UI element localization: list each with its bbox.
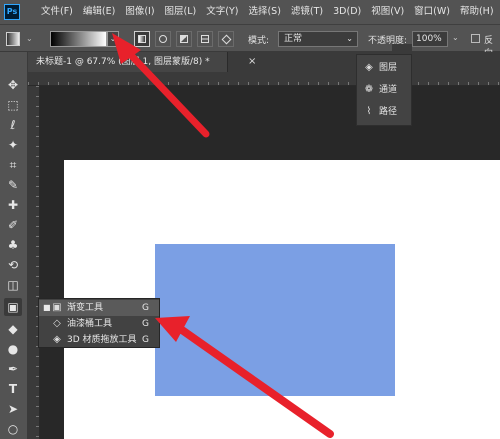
angle-gradient-button[interactable] [176, 31, 192, 47]
menu-layer[interactable]: 图层(L) [160, 0, 202, 24]
flyout-item-label: 渐变工具 [67, 303, 104, 313]
linear-gradient-button[interactable] [134, 31, 150, 47]
panel-paths[interactable]: ⌇ 路径 [363, 103, 411, 121]
panel-label: 图层 [379, 63, 398, 73]
photoshop-logo[interactable]: Ps [4, 4, 20, 20]
panel-label: 通道 [379, 85, 398, 95]
gradient-picker-dropdown[interactable]: ⌄ [107, 31, 119, 47]
blend-mode-value: 正常 [284, 34, 303, 44]
shortcut-key: G [142, 319, 149, 329]
panel-dock: ◈ 图层 ❁ 通道 ⌇ 路径 [356, 54, 412, 126]
shortcut-key: G [142, 335, 149, 345]
opacity-input[interactable]: 100% [412, 31, 448, 47]
tool-preset-picker[interactable] [6, 32, 20, 46]
flyout-item-paint-bucket-tool[interactable]: ◇ 油漆桶工具 G [39, 316, 159, 332]
shortcut-key: G [142, 303, 149, 313]
blue-rectangle-layer[interactable] [155, 244, 395, 396]
panel-collapse-bar[interactable] [392, 44, 412, 52]
flyout-item-gradient-tool[interactable]: ■ ▣ 渐变工具 G [39, 300, 159, 316]
diamond-gradient-button[interactable] [218, 31, 234, 47]
flyout-item-label: 油漆桶工具 [67, 319, 113, 329]
menu-edit[interactable]: 编辑(E) [78, 0, 120, 24]
vertical-ruler [28, 86, 40, 439]
paths-icon: ⌇ [366, 106, 372, 117]
chevron-down-icon[interactable]: ⌄ [26, 34, 33, 43]
horizontal-ruler [28, 72, 500, 86]
reverse-checkbox[interactable] [471, 34, 480, 43]
menu-file[interactable]: 文件(F) [36, 0, 78, 24]
options-bar: ⌄ ⌄ 模式: 正常 ⌄ 不透明度: 100% ⌄ 反向 [0, 24, 500, 59]
3d-material-drop-icon: ◈ [53, 334, 61, 345]
flyout-item-label: 3D 材质拖放工具 [67, 335, 137, 345]
menu-window[interactable]: 窗口(W) [409, 0, 455, 24]
reflected-gradient-button[interactable] [197, 31, 213, 47]
menu-items: 文件(F) 编辑(E) 图像(I) 图层(L) 文字(Y) 选择(S) 滤镜(T… [36, 0, 499, 24]
pen-tool-icon[interactable]: ✒ [4, 360, 22, 378]
healing-brush-tool-icon[interactable]: ✚ [4, 196, 22, 214]
tools-panel: ✥ ⬚ ℓ ✦ ⌗ ✎ ✚ ✐ ♣ ⟲ ◫ ▣ ◆ ● ✒ T ➤ ○ [0, 52, 28, 439]
document-tab-bar: 未标题-1 @ 67.7% (图层 1, 图层蒙版/8) * × [28, 52, 500, 72]
menu-filter[interactable]: 滤镜(T) [286, 0, 328, 24]
selected-bullet-icon: ■ [43, 303, 51, 312]
crop-tool-icon[interactable]: ⌗ [4, 156, 22, 174]
path-selection-tool-icon[interactable]: ➤ [4, 400, 22, 418]
gradient-swatch[interactable] [50, 31, 107, 47]
menu-image[interactable]: 图像(I) [120, 0, 159, 24]
channels-icon: ❁ [364, 84, 374, 95]
type-tool-icon[interactable]: T [4, 380, 22, 398]
layers-icon: ◈ [365, 62, 373, 73]
gradient-tool-flyout: ■ ▣ 渐变工具 G ◇ 油漆桶工具 G ◈ 3D 材质拖放工具 G [38, 298, 160, 348]
dodge-tool-icon[interactable]: ● [4, 340, 22, 358]
menu-help[interactable]: 帮助(H) [455, 0, 499, 24]
panel-channels[interactable]: ❁ 通道 [363, 81, 411, 99]
close-icon[interactable]: × [248, 56, 256, 67]
panel-label: 路径 [379, 107, 398, 117]
eraser-tool-icon[interactable]: ◫ [4, 276, 22, 294]
chevron-down-icon: ⌄ [346, 34, 353, 43]
menu-view[interactable]: 视图(V) [366, 0, 409, 24]
mode-label: 模式: [248, 36, 270, 46]
panel-layers[interactable]: ◈ 图层 [363, 59, 411, 77]
blend-mode-select[interactable]: 正常 ⌄ [278, 31, 358, 47]
menu-select[interactable]: 选择(S) [243, 0, 285, 24]
ellipse-tool-icon[interactable]: ○ [4, 420, 22, 438]
history-brush-tool-icon[interactable]: ⟲ [4, 256, 22, 274]
menu-3d[interactable]: 3D(D) [328, 0, 366, 24]
gradient-tool-icon[interactable]: ▣ [4, 298, 22, 316]
marquee-tool-icon[interactable]: ⬚ [4, 96, 22, 114]
gradient-tool-icon: ▣ [52, 302, 62, 313]
document-tab[interactable]: 未标题-1 @ 67.7% (图层 1, 图层蒙版/8) * [28, 52, 228, 72]
magic-wand-tool-icon[interactable]: ✦ [4, 136, 22, 154]
brush-tool-icon[interactable]: ✐ [4, 216, 22, 234]
menu-type[interactable]: 文字(Y) [201, 0, 243, 24]
chevron-down-icon[interactable]: ⌄ [452, 33, 459, 42]
move-tool-icon[interactable]: ✥ [4, 76, 22, 94]
eyedropper-tool-icon[interactable]: ✎ [4, 176, 22, 194]
lasso-tool-icon[interactable]: ℓ [4, 116, 22, 134]
menu-bar: Ps 文件(F) 编辑(E) 图像(I) 图层(L) 文字(Y) 选择(S) 滤… [0, 0, 500, 24]
radial-gradient-button[interactable] [155, 31, 171, 47]
blur-tool-icon[interactable]: ◆ [4, 320, 22, 338]
paint-bucket-icon: ◇ [53, 318, 61, 329]
flyout-item-3d-material-drop-tool[interactable]: ◈ 3D 材质拖放工具 G [39, 332, 159, 348]
clone-stamp-tool-icon[interactable]: ♣ [4, 236, 22, 254]
